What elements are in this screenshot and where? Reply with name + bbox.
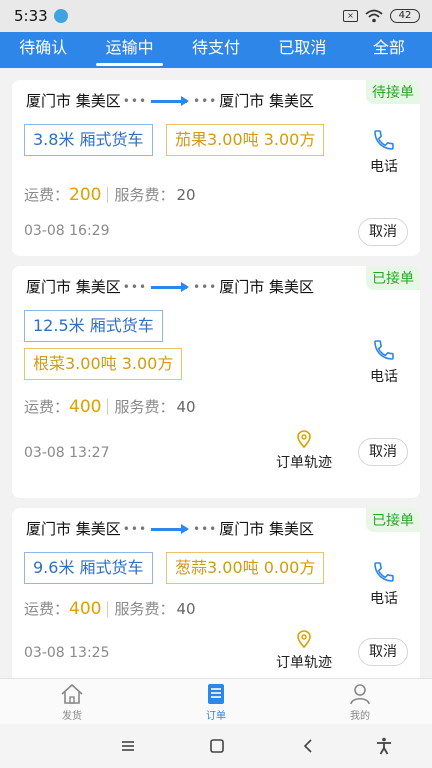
nav-item-orders[interactable]: 订单 xyxy=(144,679,288,724)
accessibility-icon[interactable] xyxy=(374,736,394,756)
route-dots: ••• xyxy=(122,521,148,536)
tab-cancelled[interactable]: 已取消 xyxy=(259,32,345,68)
phone-icon xyxy=(374,340,394,360)
status-badge: 已接单 xyxy=(366,266,420,290)
fee-amount: 200 xyxy=(69,184,102,205)
fee-row: 运费： 400 服务费： 40 xyxy=(24,396,196,417)
status-bar: 5:33 × 42 xyxy=(0,0,432,32)
nav-item-ship[interactable]: 发货 xyxy=(0,679,144,724)
order-card[interactable]: 厦门市 集美区 ••• ••• 厦门市 集美区 已接单 12.5米 厢式货车 根… xyxy=(12,266,420,498)
tab-pending-payment[interactable]: 待支付 xyxy=(173,32,259,68)
home-icon xyxy=(61,683,83,704)
origin-text: 厦门市 集美区 xyxy=(26,278,121,296)
nav-label: 发货 xyxy=(62,711,82,722)
call-label: 电话 xyxy=(370,159,398,175)
origin-text: 厦门市 集美区 xyxy=(26,520,121,538)
fee-label: 运费： xyxy=(24,186,70,204)
call-button[interactable]: 电话 xyxy=(364,128,404,176)
route-dots: ••• xyxy=(193,279,218,294)
cancel-button[interactable]: 取消 xyxy=(358,638,408,666)
order-datetime: 03-08 13:25 xyxy=(24,645,110,661)
route: 厦门市 集美区 ••• ••• 厦门市 集美区 xyxy=(26,518,314,539)
call-label: 电话 xyxy=(370,591,398,607)
wifi-icon xyxy=(365,9,383,23)
service-fee-label: 服务费： xyxy=(114,398,175,416)
order-datetime: 03-08 16:29 xyxy=(24,223,110,239)
order-track-button[interactable]: 订单轨迹 xyxy=(264,430,344,472)
user-icon xyxy=(350,684,370,705)
route-dots: ••• xyxy=(122,279,148,294)
truck-type-tag: 12.5米 厢式货车 xyxy=(24,310,163,342)
route-dots: ••• xyxy=(122,93,148,108)
location-pin-icon xyxy=(297,430,311,448)
order-card[interactable]: 厦门市 集美区 ••• ••• 厦门市 集美区 待接单 3.8米 厢式货车 茄果… xyxy=(12,80,420,256)
menu-icon[interactable] xyxy=(118,736,138,756)
destination-text: 厦门市 集美区 xyxy=(219,520,315,538)
call-button[interactable]: 电话 xyxy=(364,338,404,386)
truck-type-tag: 9.6米 厢式货车 xyxy=(24,552,153,584)
goods-tag: 根菜3.00吨 3.00方 xyxy=(24,348,183,380)
home-button-icon[interactable] xyxy=(207,736,227,756)
nav-label: 我的 xyxy=(350,711,370,722)
tab-in-transit[interactable]: 运输中 xyxy=(86,32,172,68)
fee-amount: 400 xyxy=(69,396,102,417)
fee-label: 运费： xyxy=(24,398,70,416)
call-label: 电话 xyxy=(370,369,398,385)
route-arrow-icon xyxy=(151,522,190,536)
back-icon[interactable] xyxy=(298,736,318,756)
route-dots: ••• xyxy=(193,93,218,108)
order-card[interactable]: 厦门市 集美区 ••• ••• 厦门市 集美区 已接单 9.6米 厢式货车 葱蒜… xyxy=(12,508,420,678)
fee-amount: 400 xyxy=(69,598,102,619)
origin-text: 厦门市 集美区 xyxy=(26,92,121,110)
track-label: 订单轨迹 xyxy=(276,455,332,471)
service-fee-label: 服务费： xyxy=(114,186,175,204)
service-fee-amount: 20 xyxy=(176,185,196,204)
bottom-navigation: 发货 订单 我的 xyxy=(0,678,432,724)
phone-icon xyxy=(374,130,394,150)
status-badge: 待接单 xyxy=(366,80,420,104)
notification-icon xyxy=(53,9,68,23)
goods-tag: 茄果3.00吨 3.00方 xyxy=(166,124,325,156)
divider xyxy=(107,600,109,617)
order-datetime: 03-08 13:27 xyxy=(24,445,110,461)
system-navigation-bar xyxy=(0,724,432,768)
track-label: 订单轨迹 xyxy=(276,655,332,671)
status-badge: 已接单 xyxy=(366,508,420,532)
cancel-button[interactable]: 取消 xyxy=(358,438,408,466)
cancel-button[interactable]: 取消 xyxy=(358,218,408,246)
service-fee-amount: 40 xyxy=(176,397,196,416)
destination-text: 厦门市 集美区 xyxy=(219,92,315,110)
divider xyxy=(107,186,109,203)
battery-indicator: 42 xyxy=(390,9,420,23)
truck-type-tag: 3.8米 厢式货车 xyxy=(24,124,153,156)
sim-icon: × xyxy=(343,10,358,22)
order-track-button[interactable]: 订单轨迹 xyxy=(264,630,344,672)
route: 厦门市 集美区 ••• ••• 厦门市 集美区 xyxy=(26,276,314,297)
fee-row: 运费： 200 服务费： 20 xyxy=(24,184,196,205)
tab-all[interactable]: 全部 xyxy=(346,32,432,68)
order-icon xyxy=(208,684,224,704)
route: 厦门市 集美区 ••• ••• 厦门市 集美区 xyxy=(26,90,314,111)
route-arrow-icon xyxy=(151,280,190,294)
tab-pending-confirm[interactable]: 待确认 xyxy=(0,32,86,68)
route-arrow-icon xyxy=(151,94,190,108)
divider xyxy=(107,398,109,415)
route-dots: ••• xyxy=(193,521,218,536)
call-button[interactable]: 电话 xyxy=(364,560,404,608)
goods-tag: 葱蒜3.00吨 0.00方 xyxy=(166,552,325,584)
nav-item-profile[interactable]: 我的 xyxy=(288,679,432,724)
fee-label: 运费： xyxy=(24,600,70,618)
location-pin-icon xyxy=(297,630,311,648)
nav-label: 订单 xyxy=(206,711,226,722)
destination-text: 厦门市 集美区 xyxy=(219,278,315,296)
order-list: 厦门市 集美区 ••• ••• 厦门市 集美区 待接单 3.8米 厢式货车 茄果… xyxy=(0,68,432,678)
order-status-tabs: 待确认 运输中 待支付 已取消 全部 xyxy=(0,32,432,68)
fee-row: 运费： 400 服务费： 40 xyxy=(24,598,196,619)
phone-icon xyxy=(374,562,394,582)
service-fee-amount: 40 xyxy=(176,599,196,618)
service-fee-label: 服务费： xyxy=(114,600,175,618)
status-time: 5:33 xyxy=(14,7,48,25)
